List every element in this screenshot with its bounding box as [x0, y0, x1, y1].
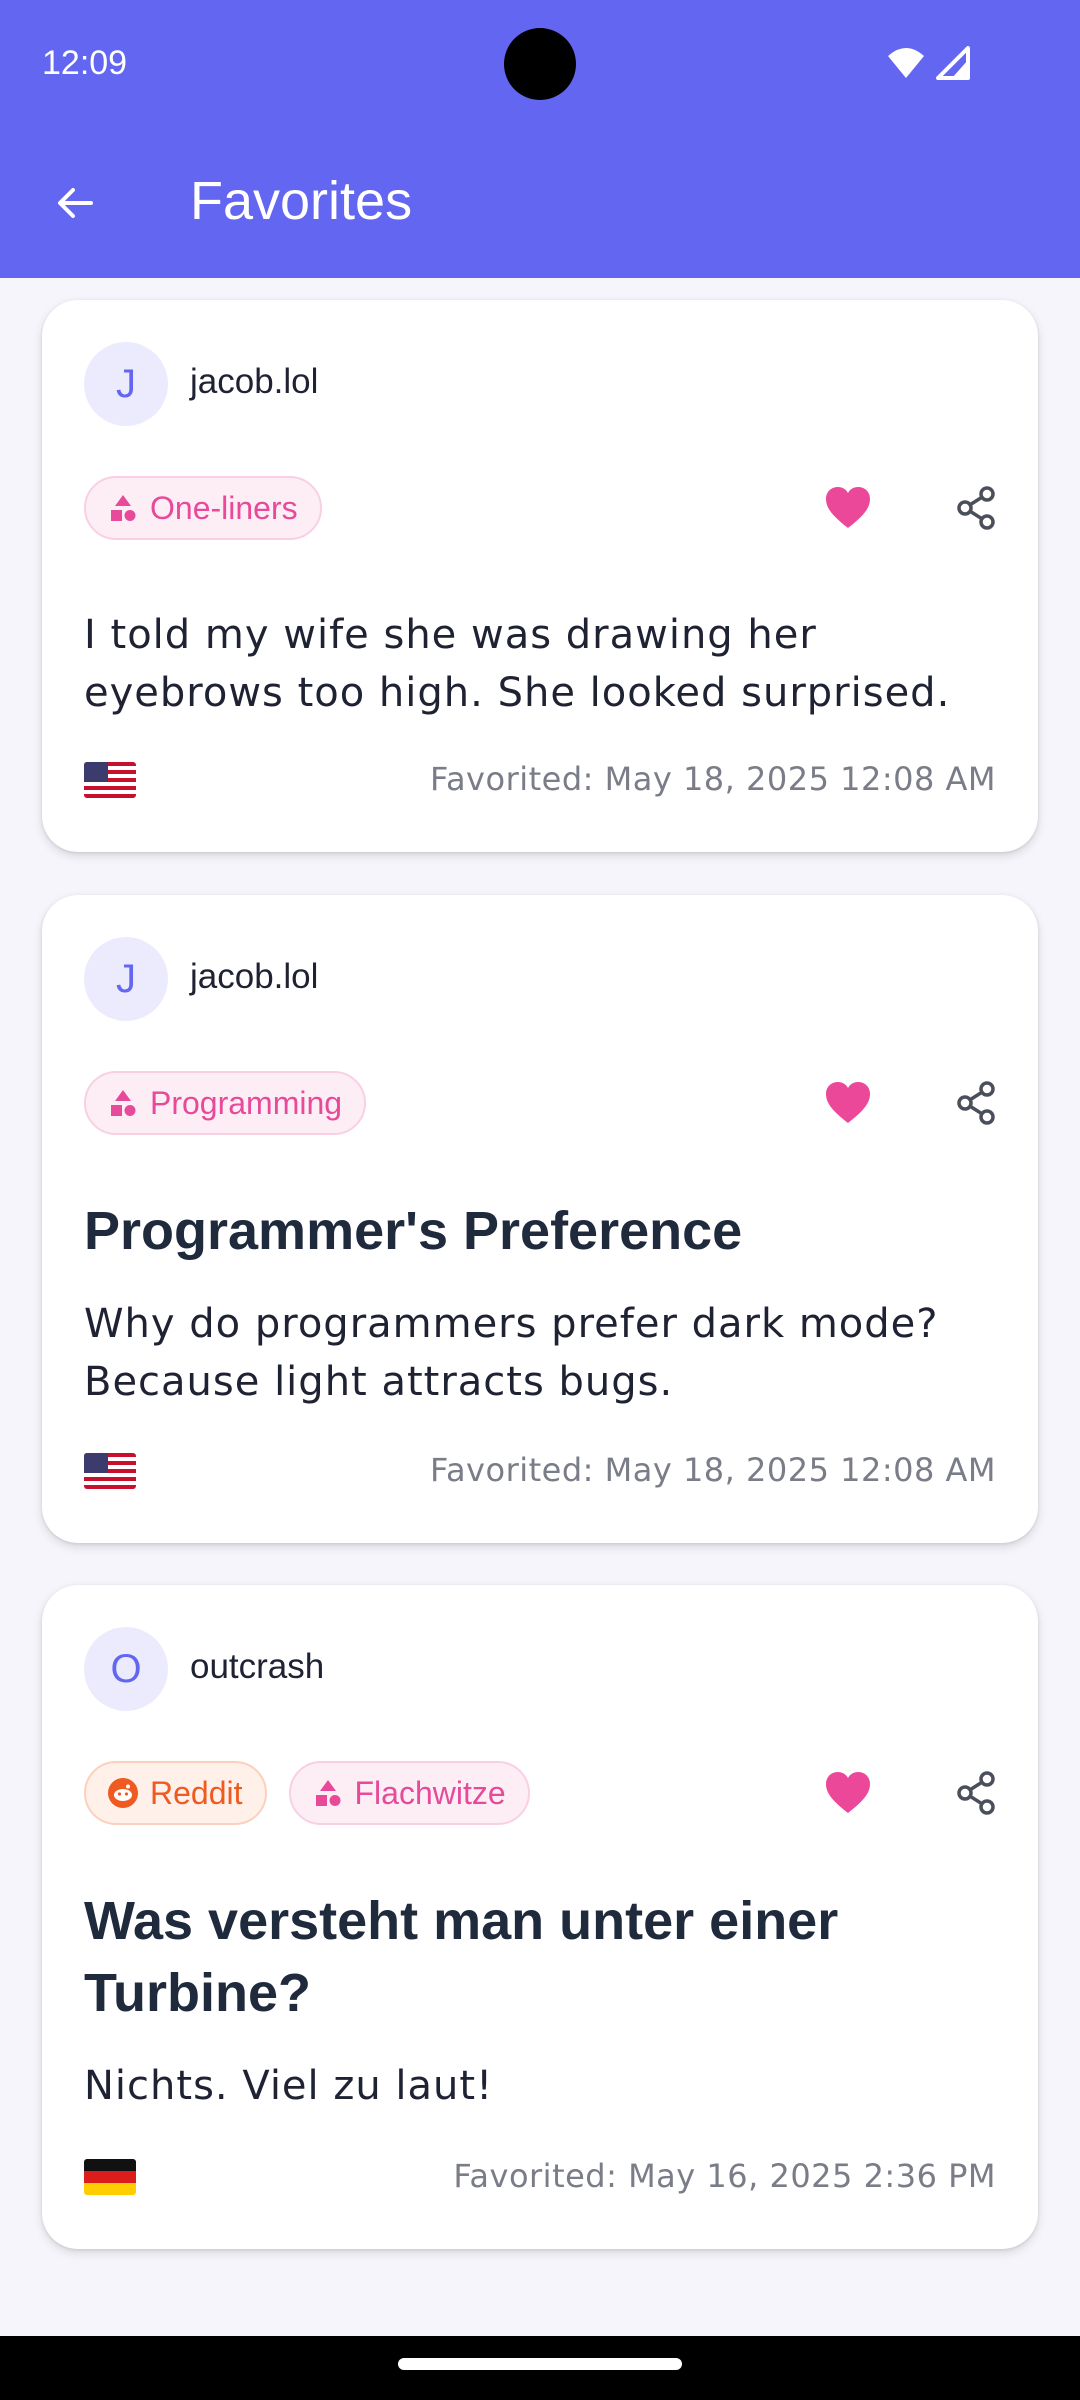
username[interactable]: outcrash	[190, 1647, 324, 1687]
back-button[interactable]	[42, 170, 108, 236]
arrow-back-icon	[58, 188, 93, 218]
username[interactable]: jacob.lol	[190, 957, 318, 997]
category-tag[interactable]: Flachwitze	[288, 1761, 530, 1825]
shapes-icon	[111, 1090, 136, 1116]
favorited-date: Favorited: May 18, 2025 12:08 AM	[429, 760, 996, 798]
cellular-signal-icon	[936, 46, 970, 80]
share-button[interactable]	[940, 1067, 1012, 1139]
reddit-tag-label: Reddit	[150, 1774, 243, 1811]
joke-text: Why do programmers prefer dark mode? Bec…	[84, 1301, 939, 1405]
favorite-button[interactable]	[812, 1757, 884, 1829]
status-time: 12:09	[42, 44, 128, 82]
app-bar: Favorites	[0, 132, 1080, 278]
us-flag-icon	[84, 762, 136, 798]
category-tag-label: Flachwitze	[354, 1774, 506, 1811]
joke-title: Programmer's Preference	[84, 1201, 743, 1261]
heart-icon	[826, 1772, 870, 1813]
heart-icon	[826, 487, 870, 528]
tag-list: Reddit Flachwitze	[84, 1761, 530, 1825]
share-icon	[957, 1771, 995, 1815]
tag-list: Programming	[84, 1071, 367, 1135]
heart-icon	[826, 1082, 870, 1123]
joke-text: Nichts. Viel zu laut!	[84, 2063, 494, 2109]
wifi-icon	[888, 48, 924, 78]
favorite-card[interactable]: J jacob.lol Programming Programmer's Pre…	[42, 895, 1038, 1543]
category-tag[interactable]: One-liners	[84, 476, 322, 540]
avatar: J	[84, 937, 168, 1021]
home-indicator[interactable]	[398, 2358, 682, 2370]
shapes-icon	[315, 1780, 340, 1806]
page-title: Favorites	[190, 171, 413, 231]
favorite-button[interactable]	[812, 1067, 884, 1139]
avatar: J	[84, 342, 168, 426]
us-flag-icon	[84, 1453, 136, 1489]
share-button[interactable]	[940, 472, 1012, 544]
shapes-icon	[111, 495, 136, 521]
share-button[interactable]	[940, 1757, 1012, 1829]
reddit-icon	[108, 1778, 138, 1808]
category-tag[interactable]: Programming	[84, 1071, 367, 1135]
status-bar: 12:09	[0, 0, 1080, 132]
share-icon	[957, 1081, 995, 1125]
favorite-card[interactable]: J jacob.lol One-liners I told my wife sh…	[42, 300, 1038, 852]
share-icon	[957, 486, 995, 530]
favorited-date: Favorited: May 18, 2025 12:08 AM	[429, 1451, 996, 1489]
favorite-button[interactable]	[812, 472, 884, 544]
category-tag-label: Programming	[150, 1084, 343, 1121]
username[interactable]: jacob.lol	[190, 362, 318, 402]
favorited-date: Favorited: May 16, 2025 2:36 PM	[453, 2157, 996, 2195]
joke-title: Was versteht man unter einer Turbine?	[84, 1891, 839, 2023]
favorite-card[interactable]: O outcrash Reddit Flachwitze Was versteh…	[42, 1585, 1038, 2249]
status-icons	[886, 46, 970, 80]
de-flag-icon	[84, 2159, 136, 2195]
avatar: O	[84, 1627, 168, 1711]
category-tag-label: One-liners	[150, 489, 298, 526]
joke-text: I told my wife she was drawing her eyebr…	[84, 612, 951, 716]
tag-list: One-liners	[84, 476, 322, 540]
reddit-tag[interactable]: Reddit	[84, 1761, 267, 1825]
camera-cutout	[504, 28, 576, 100]
